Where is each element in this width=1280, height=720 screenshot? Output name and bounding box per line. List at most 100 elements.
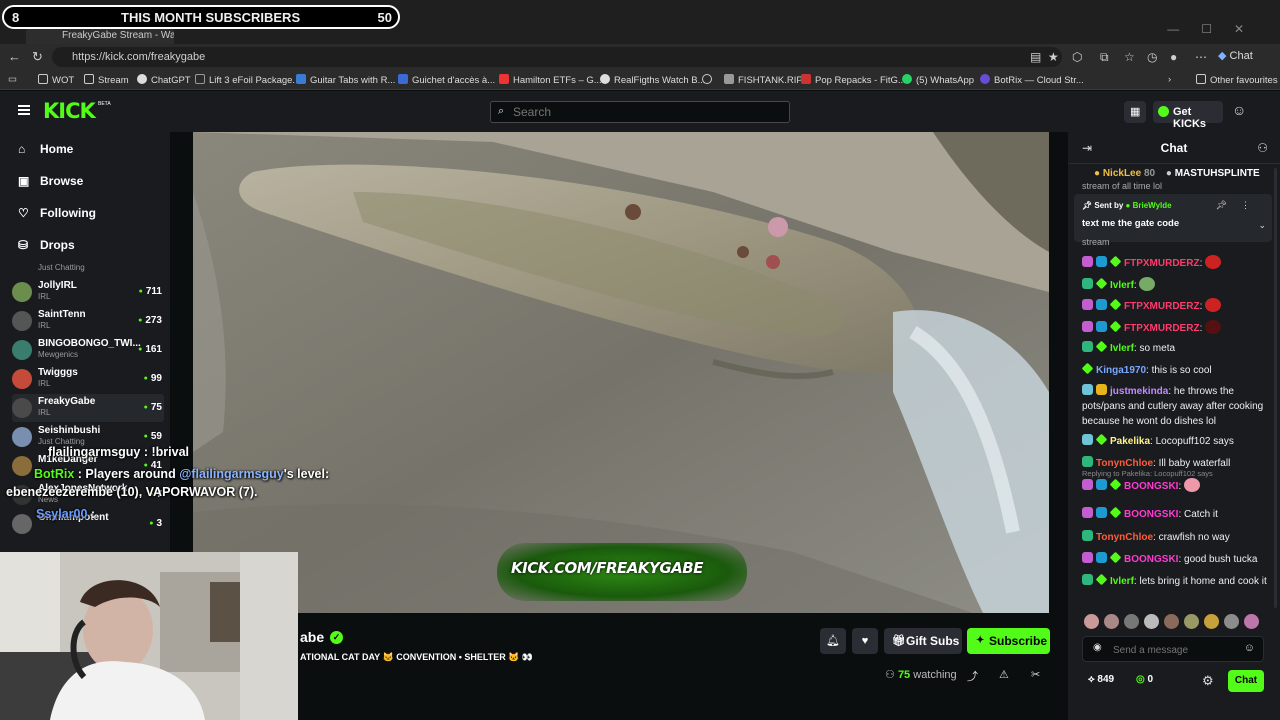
chat-message[interactable]: TonynChloe: crawfish no way xyxy=(1082,530,1272,545)
chat-username[interactable]: BOONGSKI xyxy=(1124,481,1178,492)
chat-username[interactable]: BOONGSKI xyxy=(1124,509,1178,520)
chatter-avatar[interactable] xyxy=(1104,614,1119,629)
chatter-avatar[interactable] xyxy=(1204,614,1219,629)
sidebar-nav-home[interactable]: ⌂ Home xyxy=(18,142,73,156)
clip-icon[interactable]: ✂ xyxy=(1031,668,1040,681)
pin-actions[interactable]: 📌︎⋮ xyxy=(1216,200,1264,211)
chatter-avatar[interactable] xyxy=(1084,614,1099,629)
refresh-icon[interactable]: ↻ xyxy=(32,49,43,65)
chatter-avatar[interactable] xyxy=(1124,614,1139,629)
chat-username[interactable]: TonynChloe xyxy=(1096,532,1153,543)
bookmark-item[interactable]: Stream xyxy=(84,74,129,86)
bookmark-item[interactable]: Guitar Tabs with R... xyxy=(296,74,395,86)
menu-icon[interactable] xyxy=(18,105,30,115)
bookmark-item[interactable]: WOT xyxy=(38,74,74,86)
pinned-message[interactable]: 📌︎ Sent by ● BrieWylde text me the gate … xyxy=(1074,194,1272,242)
profile-icon[interactable]: ● xyxy=(1170,50,1177,64)
gear-icon[interactable]: ⚙ xyxy=(1202,673,1214,689)
history-icon[interactable]: ◷ xyxy=(1147,50,1157,64)
follow-button[interactable]: ♥ xyxy=(852,628,878,654)
chat-message[interactable]: FTPXMURDERZ: xyxy=(1082,320,1272,336)
streamer-name[interactable]: abe xyxy=(300,629,324,645)
reader-icon[interactable]: ▤ xyxy=(1030,50,1041,64)
chat-username[interactable]: justmekinda xyxy=(1110,386,1168,397)
favorite-star-icon[interactable]: ★ xyxy=(1048,50,1059,64)
chat-message[interactable]: Pakelika: Locopuff102 says xyxy=(1082,433,1272,449)
more-icon[interactable]: ⋯ xyxy=(1195,50,1207,64)
chat-message[interactable]: Ivlerf: lets bring it home and cook it xyxy=(1082,573,1272,589)
chat-username[interactable]: TonynChloe xyxy=(1096,458,1153,469)
bookmark-item[interactable]: BotRix — Cloud Str... xyxy=(980,74,1084,86)
get-kicks-button[interactable]: Get KICKs xyxy=(1153,101,1223,130)
sidebar-channel[interactable]: TwigggsIRL 99 xyxy=(12,365,164,393)
chat-username[interactable]: FTPXMURDERZ xyxy=(1124,323,1200,334)
bookmark-item[interactable]: RealFigths Watch B... xyxy=(600,74,706,86)
chat-username[interactable]: Ivlerf xyxy=(1110,280,1134,291)
bookmark-item[interactable]: ChatGPT xyxy=(137,74,191,86)
chat-message[interactable]: Kinga1970: this is so cool xyxy=(1081,362,1272,378)
kicks-balance[interactable]: ⟡ 849 xyxy=(1088,674,1114,685)
share-icon[interactable]: ⤴ xyxy=(967,668,978,684)
chat-message[interactable]: Ivlerf: so meta xyxy=(1082,340,1272,356)
favorites-icon[interactable]: ☆ xyxy=(1124,50,1135,64)
gift-subs-button[interactable]: 🎁︎ Gift Subs xyxy=(884,628,962,654)
chatter-avatar[interactable] xyxy=(1184,614,1199,629)
bookmark-item[interactable]: (5) WhatsApp xyxy=(902,74,974,86)
video-player[interactable]: KICK.COM/FREAKYGABE xyxy=(193,132,1049,613)
chat-message[interactable]: BOONGSKI: Catch it xyxy=(1082,506,1272,522)
chat-scrollbar[interactable] xyxy=(1274,168,1277,608)
search-box[interactable]: ⌕ xyxy=(490,101,790,123)
window-controls[interactable]: —☐✕ xyxy=(1167,22,1266,36)
chevron-right-icon[interactable]: › xyxy=(1168,74,1171,85)
chat-message-input[interactable] xyxy=(1113,643,1243,657)
chatter-avatar[interactable] xyxy=(1144,614,1159,629)
chat-message[interactable]: justmekinda: he throws the pots/pans and… xyxy=(1082,384,1272,429)
chatter-avatar[interactable] xyxy=(1224,614,1239,629)
chat-message[interactable]: Ivlerf: xyxy=(1082,277,1272,293)
report-icon[interactable]: ⚠ xyxy=(999,668,1009,681)
chat-message[interactable]: FTPXMURDERZ: xyxy=(1082,255,1272,271)
chat-username[interactable]: Kinga1970 xyxy=(1096,365,1146,376)
notification-bell-button[interactable]: 🔔︎ xyxy=(820,628,846,654)
chat-message[interactable]: FTPXMURDERZ: xyxy=(1082,298,1272,314)
copilot-chat-button[interactable]: ◆ Chat xyxy=(1218,49,1253,62)
sidebar-channel[interactable]: FreakyGabeIRL 75 xyxy=(12,394,164,422)
other-favourites[interactable]: Other favourites xyxy=(1196,74,1278,86)
chat-username[interactable]: Pakelika xyxy=(1110,436,1150,447)
chat-input-box[interactable]: ◉ ☺ xyxy=(1082,636,1264,662)
extension-icon[interactable]: ⬡ xyxy=(1072,50,1082,64)
bookmark-item[interactable]: Lift 3 eFoil Package... xyxy=(195,74,300,86)
chat-username[interactable]: FTPXMURDERZ xyxy=(1124,301,1200,312)
sidebar-nav-drops[interactable]: ⛁ Drops xyxy=(18,238,75,252)
emoji-icon[interactable]: ☺ xyxy=(1244,642,1255,654)
sidebar-nav-browse[interactable]: ▣ Browse xyxy=(18,174,83,188)
sidebar-channel[interactable]: BINGOBONGO_TWI...Mewgenics 161 xyxy=(12,336,164,364)
bookmarks-menu-icon[interactable]: ▭ xyxy=(8,74,17,85)
kick-logo[interactable]: KICK xyxy=(43,99,96,123)
chatter-avatar[interactable] xyxy=(1164,614,1179,629)
back-icon[interactable]: ← xyxy=(8,49,21,64)
chat-username[interactable]: BOONGSKI xyxy=(1124,554,1178,565)
split-screen-icon[interactable]: ⧉ xyxy=(1100,50,1109,65)
user-avatar[interactable]: ☺ xyxy=(1232,102,1250,122)
chat-message[interactable]: Replying to Pakelika: Locopuff102 says BO… xyxy=(1082,469,1272,494)
sidebar-nav-following[interactable]: ♡ Following xyxy=(18,206,96,220)
chevron-down-icon[interactable]: ⌄ xyxy=(1258,220,1266,231)
bookmark-item[interactable]: FISHTANK.RIP xyxy=(724,74,803,86)
chat-message[interactable]: BOONGSKI: good bush tucka xyxy=(1082,551,1272,567)
subscribe-button[interactable]: ✦ Subscribe xyxy=(967,628,1050,654)
sidebar-channel[interactable]: SaintTennIRL 273 xyxy=(12,307,164,335)
sidebar-channel[interactable]: JollyIRLIRL 711 xyxy=(12,278,164,306)
chat-username[interactable]: FTPXMURDERZ xyxy=(1124,258,1200,269)
bookmark-item[interactable]: Hamilton ETFs – G... xyxy=(499,74,602,86)
bookmark-item[interactable] xyxy=(702,74,716,86)
search-input[interactable] xyxy=(513,105,773,119)
clip-library-icon[interactable]: ▦ xyxy=(1124,101,1146,123)
bookmark-item[interactable]: Pop Repacks - FitG... xyxy=(801,74,906,86)
channel-points[interactable]: ◎ 0 xyxy=(1136,674,1153,685)
chatter-avatar[interactable] xyxy=(1244,614,1259,629)
chat-send-button[interactable]: Chat xyxy=(1228,670,1264,692)
chat-username[interactable]: Ivlerf xyxy=(1110,576,1134,587)
chat-username[interactable]: Ivlerf xyxy=(1110,343,1134,354)
chat-identity-icon[interactable]: ◉ xyxy=(1093,642,1102,653)
